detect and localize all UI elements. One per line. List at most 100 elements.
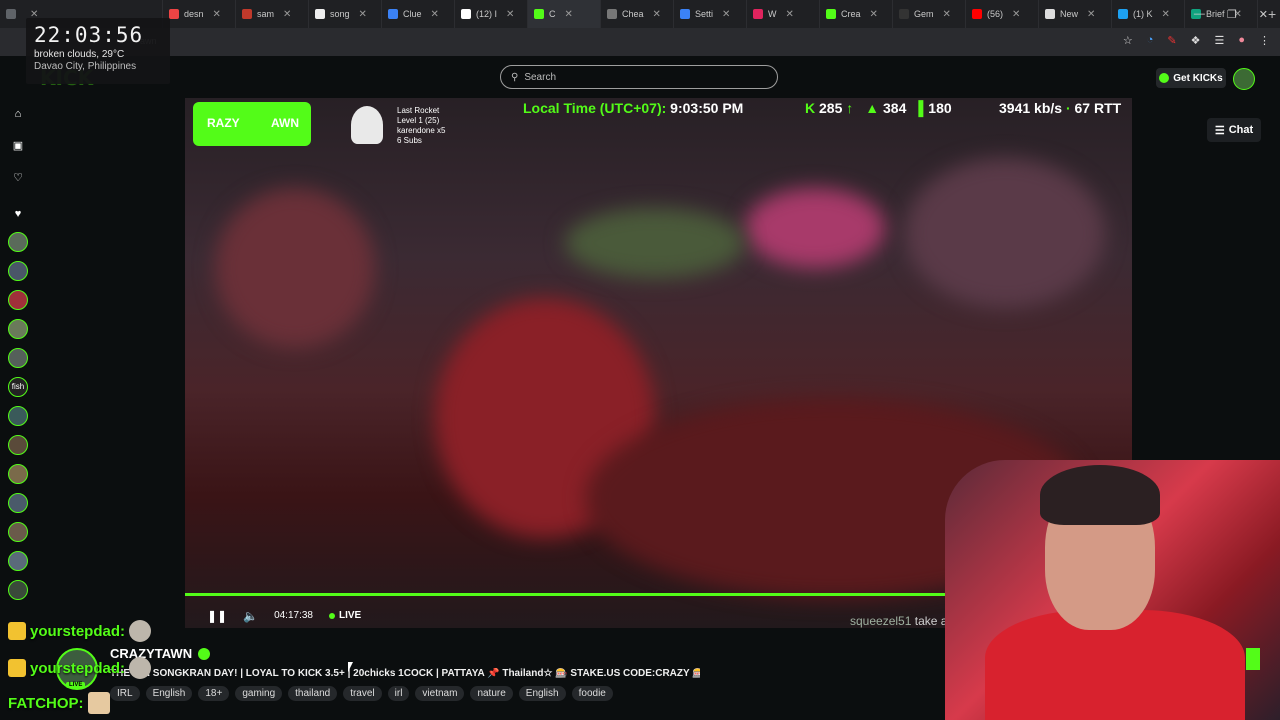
tab-close-icon[interactable]: ✕ [506,9,514,20]
pause-icon[interactable]: ❚❚ [207,609,227,623]
stream-stats: K 285 ↑ ▲ 384 ▌180 [805,100,952,116]
extension-icon[interactable]: ◔ [1147,34,1154,47]
local-time-overlay: Local Time (UTC+07): 9:03:50 PM [523,100,744,116]
restore-icon[interactable]: ❐ [1227,8,1237,21]
tab-label: Crea [841,9,861,19]
browser-tab[interactable]: desn ✕ [163,0,236,28]
tab-label: W [768,9,777,19]
tab-close-icon[interactable]: ✕ [213,9,221,20]
stream-tag[interactable]: 18+ [198,686,230,701]
tab-close-icon[interactable]: ✕ [565,9,573,20]
followed-channel-avatar[interactable] [8,435,28,455]
chat-overlay-line: FATCHOP: [8,692,110,714]
tab-label: (56) [987,9,1004,19]
browser-tab[interactable]: New ✕ [1039,0,1112,28]
gift-icon [8,622,26,640]
minimize-icon[interactable]: — [1194,8,1205,20]
tab-close-icon[interactable]: ✕ [722,9,730,20]
tab-label: Chea [622,9,644,19]
stream-tag[interactable]: gaming [235,686,283,701]
face-emote-icon [87,692,110,714]
runner-icon: ▲ [865,100,880,116]
volume-icon[interactable]: 🔈 [243,609,258,623]
browser-tab[interactable]: (56) ✕ [966,0,1039,28]
followed-channel-avatar[interactable] [8,319,28,339]
tab-close-icon[interactable]: ✕ [870,9,878,20]
browser-tab[interactable]: (12) I ✕ [455,0,528,28]
browser-tab[interactable]: Gem ✕ [893,0,966,28]
bookmark-star-icon[interactable]: ☆ [1123,34,1133,47]
followed-channel-avatar[interactable] [8,232,28,252]
stream-tag[interactable]: foodie [571,686,613,701]
stream-tag[interactable]: nature [470,686,513,701]
video-frame-lights [745,188,885,268]
followed-channel-avatar[interactable] [8,464,28,484]
browser-tab[interactable]: Clue ✕ [382,0,455,28]
tab-label: desn [184,9,204,19]
browse-icon[interactable]: ▣ [12,140,24,152]
tab-close-icon[interactable]: ✕ [1012,9,1020,20]
tab-label: Setti [695,9,714,19]
stream-tag[interactable]: IRL [110,686,140,701]
stream-tag[interactable]: English [518,686,566,701]
tab-favicon-icon [534,9,544,19]
browser-tab[interactable]: Chea ✕ [601,0,674,28]
tab-favicon-icon [461,9,471,19]
stream-tag[interactable]: English [145,686,193,701]
mouse-cursor [348,662,353,672]
stream-tag[interactable]: vietnam [415,686,465,701]
live-indicator[interactable]: LIVE [329,610,361,621]
weather-text: broken clouds, 29°C [34,49,125,60]
tab-close-icon[interactable]: ✕ [359,9,367,20]
bitrate-stats: 3941 kb/s · 67 RTT [999,100,1122,116]
browser-tab[interactable]: song ✕ [309,0,382,28]
tab-favicon-icon [242,9,252,19]
user-avatar[interactable] [1233,68,1255,90]
get-kicks-button[interactable]: Get KICKs [1156,68,1226,88]
close-window-icon[interactable]: ✕ [1259,8,1268,21]
tab-label: (1) K [1133,9,1153,19]
followed-channel-avatar[interactable] [8,290,28,310]
followed-channel-avatar[interactable] [8,522,28,542]
browser-tab[interactable]: sam ✕ [236,0,309,28]
tab-close-icon[interactable]: ✕ [786,9,794,20]
chat-toggle-button[interactable]: ☰ Chat [1207,118,1261,142]
followed-channel-avatar[interactable]: fish [8,377,28,397]
tab-label: sam [257,9,275,19]
tab-close-icon[interactable]: ✕ [431,9,439,20]
stream-tags: IRL English 18+ gaming thailand travel irl viet… [110,686,613,701]
tab-label: Gem [914,9,934,19]
browser-tab[interactable]: Crea ✕ [820,0,893,28]
home-icon[interactable]: ⌂ [12,108,24,120]
tab-close-icon[interactable]: ✕ [283,9,291,20]
browser-tab[interactable]: W ✕ [747,0,820,28]
elapsed-time: 04:17:38 [274,610,313,621]
tab-close-icon[interactable]: ✕ [943,9,951,20]
browser-tab[interactable]: C ✕ [528,0,601,28]
tab-close-icon[interactable]: ✕ [1162,9,1170,20]
stream-tag[interactable]: irl [387,686,410,701]
puzzle-icon[interactable]: ❖ [1191,34,1201,47]
followed-channel-avatar[interactable] [8,406,28,426]
browser-tab[interactable]: Setti ✕ [674,0,747,28]
followed-channel-avatar[interactable] [8,580,28,600]
tab-close-icon[interactable]: ✕ [1087,9,1095,20]
menu-dots-icon[interactable]: ⋮ [1259,34,1270,47]
browser-tab[interactable]: (1) K ✕ [1112,0,1185,28]
pen-icon[interactable]: ✎ [1167,34,1176,47]
followed-channel-avatar[interactable] [8,551,28,571]
profile-icon[interactable]: ● [1238,34,1245,47]
stream-tag[interactable]: travel [343,686,382,701]
following-heart-icon[interactable]: ♡ [12,172,24,184]
search-icon: ⚲ [511,71,519,83]
media-list-icon[interactable]: ☰ [1214,34,1224,47]
chat-overlay-line: yourstepdad: [8,657,152,679]
verified-icon [198,647,211,660]
followed-channel-avatar[interactable] [8,493,28,513]
stream-tag[interactable]: thailand [288,686,338,701]
search-input[interactable]: ⚲ Search [500,65,778,89]
followed-channel-avatar[interactable] [8,348,28,368]
tab-close-icon[interactable]: ✕ [653,9,661,20]
followed-channel-avatar[interactable] [8,261,28,281]
rocket-text: Last Rocket Level 1 (25) karendone x5 6 … [397,106,446,145]
